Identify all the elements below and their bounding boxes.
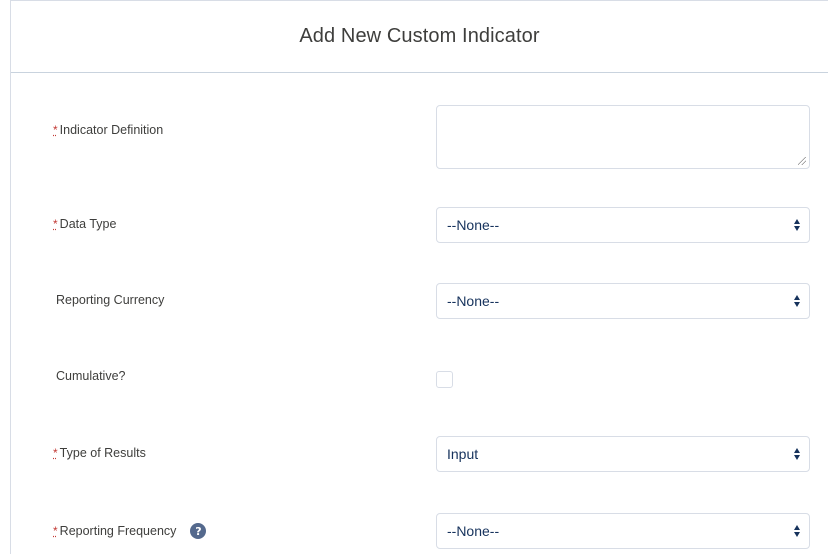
indicator-definition-label-text: Indicator Definition — [59, 123, 164, 137]
resize-grip-icon[interactable] — [798, 157, 806, 165]
select-arrows-icon — [794, 295, 800, 307]
select-arrows-icon — [794, 219, 800, 231]
indicator-definition-textarea[interactable] — [436, 105, 810, 169]
reporting-currency-label-text: Reporting Currency — [56, 293, 165, 307]
reporting-currency-select[interactable]: --None-- — [436, 283, 810, 319]
modal-header: Add New Custom Indicator — [11, 1, 828, 73]
data-type-select[interactable]: --None-- — [436, 207, 810, 243]
data-type-selected-value: --None-- — [447, 217, 500, 233]
reporting-frequency-label-text: Reporting Frequency — [59, 524, 177, 538]
required-mark: * — [53, 446, 58, 460]
data-type-label-text: Data Type — [59, 217, 117, 231]
question-circle-icon[interactable]: ? — [190, 523, 207, 539]
cumulative-label-text: Cumulative? — [56, 369, 126, 383]
add-custom-indicator-modal: Add New Custom Indicator * Indicator Def… — [10, 0, 828, 554]
cumulative-checkbox[interactable] — [436, 371, 453, 388]
type-of-results-select[interactable]: Input — [436, 436, 810, 472]
data-type-label: * Data Type — [53, 217, 116, 231]
required-mark: * — [53, 123, 58, 137]
cumulative-label: Cumulative? — [56, 369, 125, 383]
reporting-currency-selected-value: --None-- — [447, 293, 500, 309]
type-of-results-label: * Type of Results — [53, 446, 146, 460]
type-of-results-label-text: Type of Results — [59, 446, 146, 460]
select-arrows-icon — [794, 525, 800, 537]
type-of-results-selected-value: Input — [447, 446, 479, 462]
required-mark: * — [53, 217, 58, 231]
select-arrows-icon — [794, 448, 800, 460]
modal-title: Add New Custom Indicator — [299, 25, 540, 47]
indicator-definition-label: * Indicator Definition — [53, 123, 163, 137]
reporting-frequency-label: * Reporting Frequency ? — [53, 523, 207, 539]
required-mark: * — [53, 524, 58, 538]
reporting-frequency-selected-value: --None-- — [447, 523, 500, 539]
reporting-frequency-select[interactable]: --None-- — [436, 513, 810, 549]
reporting-currency-label: Reporting Currency — [56, 293, 164, 307]
